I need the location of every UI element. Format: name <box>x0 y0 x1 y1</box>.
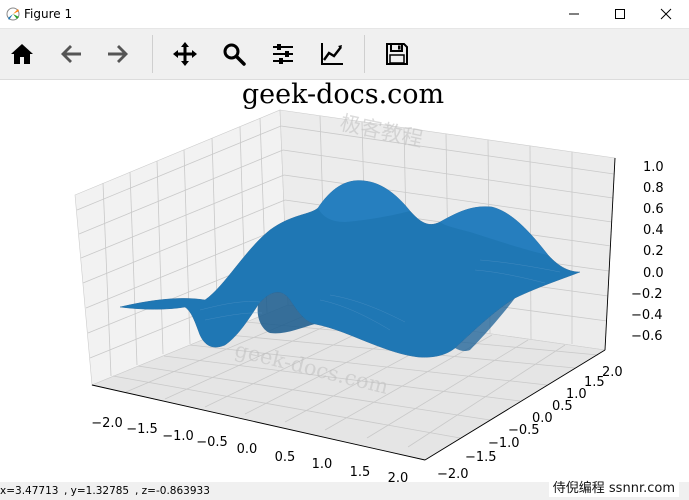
close-icon <box>660 8 672 20</box>
x-tick-label: −2.0 <box>91 416 123 431</box>
back-arrow-icon <box>61 45 81 63</box>
z-tick-label: 0.0 <box>643 266 664 281</box>
matplotlib-app-icon <box>6 7 20 21</box>
pan-button[interactable] <box>168 37 202 71</box>
figure-canvas[interactable]: geek-docs.com 极客教程 geek-docs.com −2.0 −1… <box>0 80 689 482</box>
close-button[interactable] <box>643 0 689 28</box>
x-tick-label: −1.5 <box>126 422 158 437</box>
x-tick-label: −1.0 <box>162 429 194 444</box>
status-z-coordinate: , z=-0.863933 <box>135 485 210 497</box>
x-tick-label: −0.5 <box>196 435 228 450</box>
minimize-icon <box>569 13 579 15</box>
minimize-button[interactable] <box>551 0 597 28</box>
navigation-toolbar <box>0 29 689 80</box>
configure-subplots-icon <box>273 44 293 64</box>
pan-move-icon <box>173 42 197 66</box>
toolbar-separator <box>364 35 365 73</box>
z-tick-label: −0.4 <box>631 308 663 323</box>
back-button[interactable] <box>54 37 88 71</box>
z-tick-label: 1.0 <box>643 160 664 175</box>
window-titlebar: Figure 1 <box>0 0 689 29</box>
edit-axes-button[interactable] <box>315 37 349 71</box>
edit-axes-icon <box>321 43 343 65</box>
y-tick-label: 2.0 <box>602 365 623 380</box>
z-tick-label: 0.4 <box>643 223 664 238</box>
y-tick-label: −2.0 <box>437 467 469 482</box>
maximize-icon <box>615 9 625 19</box>
zoom-button[interactable] <box>217 37 251 71</box>
z-tick-label: −0.6 <box>631 329 663 344</box>
x-tick-label: 0.5 <box>275 450 296 465</box>
x-tick-label: 1.0 <box>312 457 333 472</box>
zoom-magnifier-icon <box>223 43 246 66</box>
y-tick-label: −1.5 <box>465 450 497 465</box>
z-axis-ticks: 1.0 0.8 0.6 0.4 0.2 0.0 −0.2 −0.4 −0.6 <box>631 160 664 344</box>
maximize-button[interactable] <box>597 0 643 28</box>
z-tick-label: 0.8 <box>643 181 664 196</box>
z-tick-label: 0.6 <box>643 202 664 217</box>
status-x-coordinate: x=3.47713 <box>0 485 59 497</box>
z-tick-label: 0.2 <box>643 244 664 259</box>
x-tick-label: 0.0 <box>237 442 258 457</box>
toolbar-separator <box>152 35 153 73</box>
corner-watermark: 侍倪编程 ssnnr.com <box>548 476 679 497</box>
window-title: Figure 1 <box>24 7 73 21</box>
status-y-coordinate: , y=1.32785 <box>64 485 130 497</box>
home-button[interactable] <box>5 37 39 71</box>
y-tick-label: −1.0 <box>488 436 520 451</box>
y-tick-label: 0.0 <box>532 411 553 426</box>
save-button[interactable] <box>380 37 414 71</box>
x-tick-label: 2.0 <box>388 471 409 482</box>
z-tick-label: −0.2 <box>631 287 663 302</box>
home-icon <box>11 44 33 64</box>
x-tick-label: 1.5 <box>350 465 371 480</box>
save-disk-icon <box>386 43 408 65</box>
forward-button[interactable] <box>101 37 135 71</box>
configure-subplots-button[interactable] <box>266 37 300 71</box>
figure-title: geek-docs.com <box>242 80 444 110</box>
forward-arrow-icon <box>108 45 128 63</box>
